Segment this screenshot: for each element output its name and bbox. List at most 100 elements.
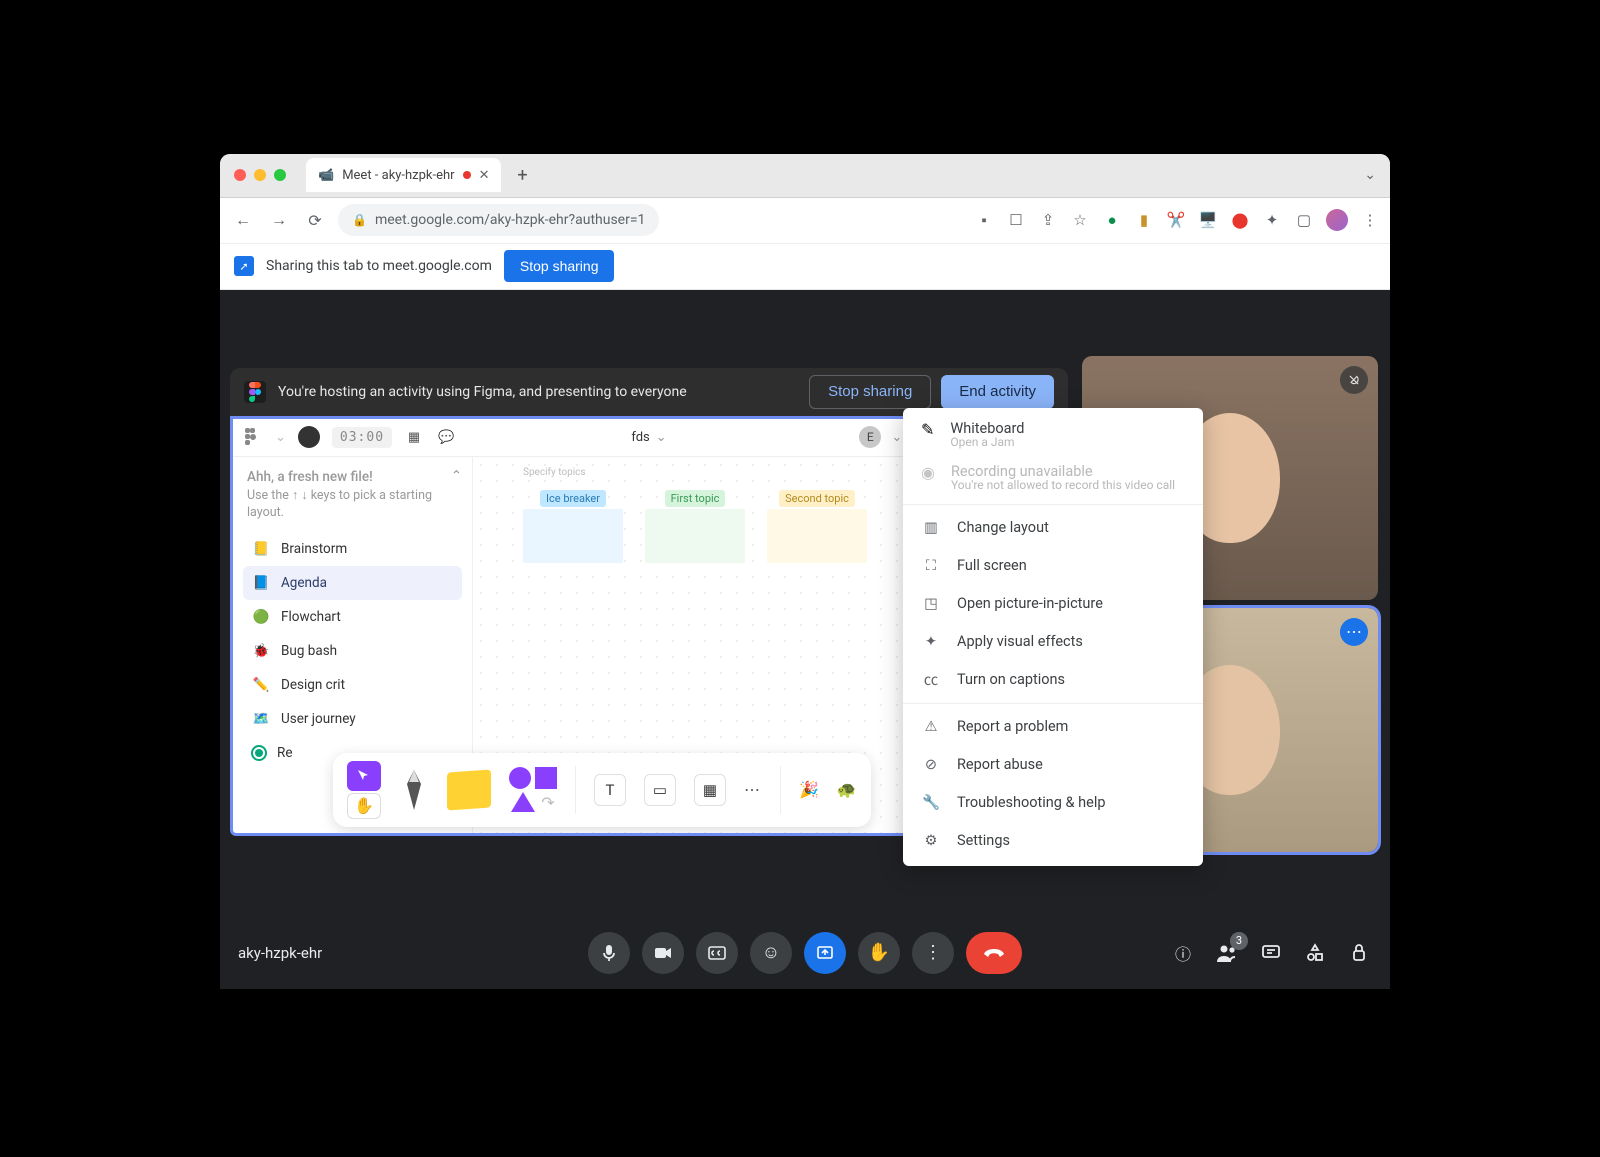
camera-toggle-button[interactable] xyxy=(642,932,684,974)
window-maximize-icon[interactable] xyxy=(274,169,286,181)
mic-toggle-button[interactable] xyxy=(588,932,630,974)
triangle-icon xyxy=(511,792,535,812)
tab-close-icon[interactable]: ✕ xyxy=(479,168,490,183)
adblock-extension-icon[interactable]: ⬤ xyxy=(1230,210,1250,230)
topic-card-second[interactable]: Second topic xyxy=(767,487,867,557)
text-tool-icon[interactable]: T xyxy=(594,774,626,806)
pip-icon: ◳ xyxy=(921,595,941,612)
host-controls-button[interactable] xyxy=(1346,940,1372,966)
tile-more-icon[interactable]: ⋯ xyxy=(1340,618,1368,646)
extension-icon[interactable]: ▮ xyxy=(1134,210,1154,230)
meeting-details-button[interactable]: ⓘ xyxy=(1170,940,1196,966)
menu-item-captions[interactable]: ㏄Turn on captions xyxy=(903,661,1203,699)
captions-toggle-button[interactable] xyxy=(696,932,738,974)
share-icon[interactable]: ⇪ xyxy=(1038,210,1058,230)
sticker-tool-icon[interactable]: 🐢 xyxy=(837,780,857,799)
menu-item-pip[interactable]: ◳Open picture-in-picture xyxy=(903,585,1203,623)
sidepanel-icon[interactable]: ▢ xyxy=(1294,210,1314,230)
template-item-bugbash[interactable]: 🐞Bug bash xyxy=(243,634,462,668)
window-close-icon[interactable] xyxy=(234,169,246,181)
template-item-flowchart[interactable]: 🟢Flowchart xyxy=(243,600,462,634)
extension-icon[interactable]: 🖥️ xyxy=(1198,210,1218,230)
browser-tab[interactable]: 📹 Meet - aky-hzpk-ehr ✕ xyxy=(306,158,501,192)
menu-item-whiteboard[interactable]: ✎ WhiteboardOpen a Jam xyxy=(903,414,1203,457)
meet-bottom-bar: aky-hzpk-ehr ☺ ✋ ⋮ ⓘ 3 xyxy=(220,917,1390,989)
captions-icon: ㏄ xyxy=(921,669,941,690)
extension-icon[interactable]: ● xyxy=(1102,210,1122,230)
raise-hand-button[interactable]: ✋ xyxy=(858,932,900,974)
template-item-agenda[interactable]: 📘Agenda xyxy=(243,566,462,600)
back-button[interactable]: ← xyxy=(230,207,256,233)
section-tool-icon[interactable]: ▭ xyxy=(644,774,676,806)
camera-indicator-icon[interactable]: ▪ xyxy=(974,210,994,230)
window-minimize-icon[interactable] xyxy=(254,169,266,181)
meet-tab-icon: 📹 xyxy=(318,168,334,183)
chevron-down-icon[interactable]: ⌄ xyxy=(891,430,902,445)
template-item-brainstorm[interactable]: 📒Brainstorm xyxy=(243,532,462,566)
square-icon xyxy=(535,767,557,789)
url-box[interactable]: 🔒 meet.google.com/aky-hzpk-ehr?authuser=… xyxy=(338,204,659,236)
new-tab-button[interactable]: + xyxy=(507,165,537,186)
reactions-button[interactable]: ☺ xyxy=(750,932,792,974)
flowchart-icon: 🟢 xyxy=(251,609,271,625)
topic-card-icebreaker[interactable]: Ice breaker xyxy=(523,487,623,557)
arrow-icon: ↷ xyxy=(541,793,554,812)
profile-avatar[interactable] xyxy=(1326,209,1348,231)
extension-icon[interactable]: ✂️ xyxy=(1166,210,1186,230)
extensions-puzzle-icon[interactable]: ✦ xyxy=(1262,210,1282,230)
tabs-dropdown-icon[interactable]: ⌄ xyxy=(1364,167,1376,183)
toolbar-right: ▪ ☐ ⇪ ☆ ● ▮ ✂️ 🖥️ ⬤ ✦ ▢ ⋮ xyxy=(974,209,1380,231)
bookmark-star-icon[interactable]: ☆ xyxy=(1070,210,1090,230)
participant-count-badge: 3 xyxy=(1230,932,1248,950)
kebab-menu-icon[interactable]: ⋮ xyxy=(1360,210,1380,230)
activity-end-button[interactable]: End activity xyxy=(941,375,1054,409)
agenda-icon: 📘 xyxy=(251,575,271,591)
menu-item-change-layout[interactable]: ▥Change layout xyxy=(903,509,1203,547)
more-options-button[interactable]: ⋮ xyxy=(912,932,954,974)
shapes-tool[interactable]: ↷ xyxy=(509,767,557,812)
layout-grid-icon[interactable]: ▦ xyxy=(404,430,424,445)
menu-item-effects[interactable]: ✦Apply visual effects xyxy=(903,623,1203,661)
menu-item-recording: ◉ Recording unavailableYou're not allowe… xyxy=(903,457,1203,500)
activities-button[interactable] xyxy=(1302,940,1328,966)
present-screen-button[interactable] xyxy=(804,932,846,974)
reload-button[interactable]: ⟳ xyxy=(302,207,328,233)
activity-stop-sharing-button[interactable]: Stop sharing xyxy=(809,375,931,409)
menu-item-report-abuse[interactable]: ⊘Report abuse xyxy=(903,746,1203,784)
figma-timer[interactable]: 03:00 xyxy=(332,427,392,448)
select-tool-icon[interactable] xyxy=(347,761,381,791)
feedback-icon: ⚠ xyxy=(921,718,941,735)
meet-stage: You're hosting an activity using Figma, … xyxy=(220,290,1390,989)
hand-tool-icon[interactable]: ✋ xyxy=(347,793,381,819)
topic-card-first[interactable]: First topic xyxy=(645,487,745,557)
template-item-userjourney[interactable]: 🗺️User journey xyxy=(243,702,462,736)
more-tools-icon[interactable]: ⋯ xyxy=(744,780,762,799)
table-tool-icon[interactable]: ▦ xyxy=(694,774,726,806)
activity-banner-text: You're hosting an activity using Figma, … xyxy=(278,384,687,400)
menu-item-report-problem[interactable]: ⚠Report a problem xyxy=(903,708,1203,746)
figma-user-avatar[interactable] xyxy=(298,426,320,448)
menu-item-settings[interactable]: ⚙Settings xyxy=(903,822,1203,860)
figma-toolbar: ✋ ↷ T ▭ ▦ ⋯ 🎉 🐢 xyxy=(333,753,871,827)
forward-button[interactable]: → xyxy=(266,207,292,233)
people-button[interactable]: 3 xyxy=(1214,940,1240,966)
leave-call-button[interactable] xyxy=(966,932,1022,974)
sticky-note-tool-icon[interactable] xyxy=(447,769,491,810)
meet-controls: ☺ ✋ ⋮ xyxy=(588,932,1022,974)
pencil-tool-icon[interactable] xyxy=(399,766,429,814)
stamp-tool-icon[interactable]: 🎉 xyxy=(799,780,819,799)
gear-icon: ⚙ xyxy=(921,832,941,849)
template-item-designcrit[interactable]: ✏️Design crit xyxy=(243,668,462,702)
menu-item-full-screen[interactable]: ⛶Full screen xyxy=(903,547,1203,585)
pencil-icon: ✏️ xyxy=(251,677,271,693)
collapse-icon[interactable]: ⌃ xyxy=(451,468,462,484)
menu-item-troubleshoot[interactable]: 🔧Troubleshooting & help xyxy=(903,784,1203,822)
figma-menu-icon[interactable] xyxy=(243,427,263,447)
comment-icon[interactable]: 💬 xyxy=(436,430,456,445)
stop-tab-sharing-button[interactable]: Stop sharing xyxy=(504,250,615,282)
figma-doc-name[interactable]: fds⌄ xyxy=(631,430,666,445)
open-external-icon[interactable]: ☐ xyxy=(1006,210,1026,230)
chat-button[interactable] xyxy=(1258,940,1284,966)
presenter-badge[interactable]: E xyxy=(859,426,881,448)
circle-icon xyxy=(509,767,531,789)
